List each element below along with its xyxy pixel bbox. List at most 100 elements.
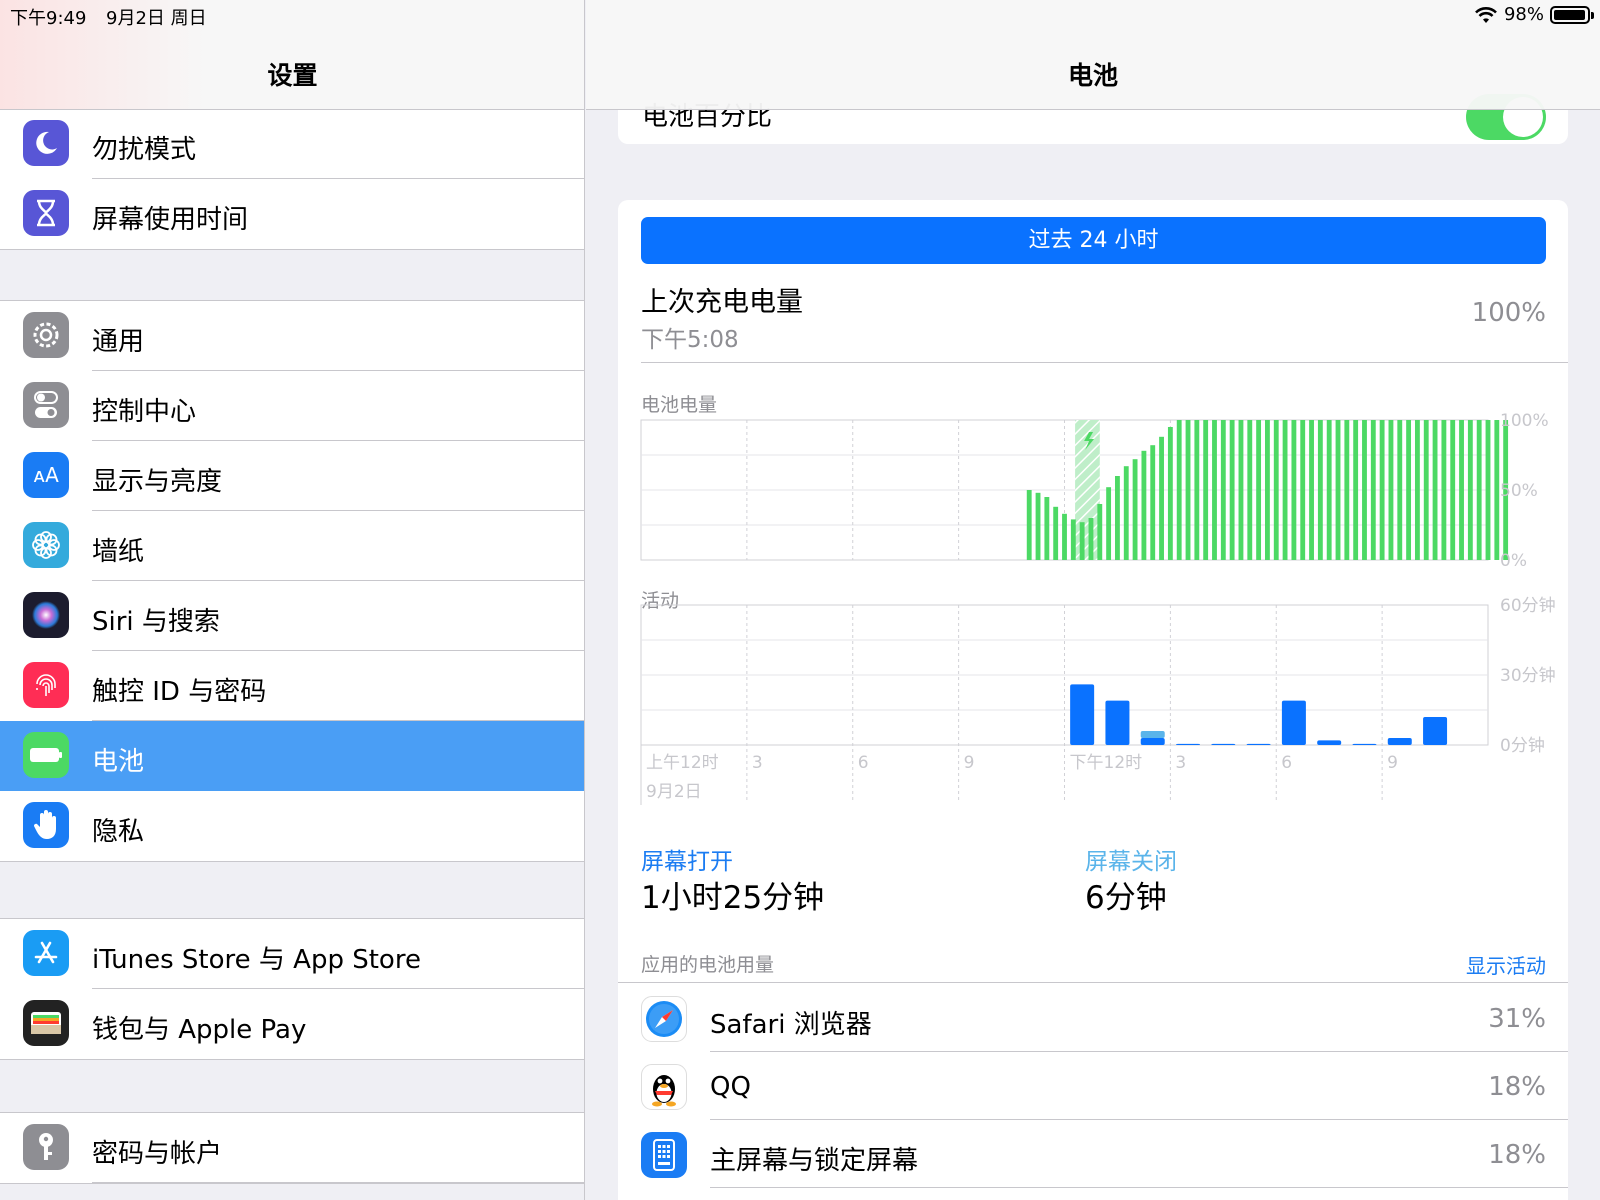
battery-level-bar	[1070, 519, 1076, 560]
sidebar-item-wallet[interactable]: 钱包与 Apple Pay	[0, 989, 584, 1059]
sidebar-item-do-not-disturb[interactable]: 勿扰模式	[0, 109, 584, 179]
chart-x-tick: 3	[752, 753, 763, 773]
screen-on-bar	[1423, 717, 1448, 745]
battery-detail-pane: 电池百分比 电池 过去 24 小时 上次充电电量 下午5:08 100% 电池电…	[586, 0, 1600, 1200]
app-usage-row-qq[interactable]: QQ 18%	[618, 1052, 1568, 1120]
battery-chart-y-tick: 50%	[1500, 481, 1538, 501]
screen-on-bar	[1140, 738, 1165, 745]
battery-level-bar	[1432, 420, 1438, 560]
status-right: 98%	[1474, 4, 1594, 25]
battery-level-bar	[1309, 420, 1314, 560]
hand-icon	[23, 802, 69, 848]
app-percentage: 31%	[1488, 1004, 1546, 1034]
app-percentage: 18%	[1488, 1140, 1546, 1170]
sidebar-item-label: 通用	[92, 327, 145, 357]
app-name: 主屏幕与锁定屏幕	[710, 1146, 919, 1176]
sidebar-item-label: 勿扰模式	[92, 135, 197, 165]
sidebar-item-battery[interactable]: 电池	[0, 721, 584, 791]
safari-icon	[641, 996, 687, 1042]
moon-icon	[23, 120, 69, 166]
gear-icon	[23, 312, 69, 358]
battery-level-bar	[1362, 420, 1367, 560]
settings-group-2: 通用 控制中心 ᴀA 显示与亮度 墙纸 Siri 与搜索 触控 ID 与密码 电…	[0, 300, 584, 862]
sidebar-item-label: 屏幕使用时间	[92, 205, 249, 235]
battery-level-bar	[1238, 420, 1244, 560]
sidebar-item-label: 控制中心	[92, 397, 197, 427]
status-bar: 下午9:49 9月2日 周日 98%	[0, 0, 1600, 30]
battery-level-bar	[1450, 420, 1456, 560]
chart-x-tick: 3	[1175, 753, 1186, 773]
battery-level-bar	[1141, 450, 1147, 560]
chart-x-tick: 上午12时	[646, 753, 719, 773]
app-usage-title: 应用的电池用量	[641, 954, 775, 976]
detail-title: 电池	[1067, 61, 1118, 90]
sidebar-item-label: 墙纸	[92, 537, 145, 567]
battery-level-bar	[1203, 420, 1209, 560]
battery-level-bar	[1414, 420, 1420, 560]
screen-on-bar	[1211, 743, 1236, 745]
chart-x-tick: 9	[964, 753, 975, 773]
sidebar-item-control-center[interactable]: 控制中心	[0, 371, 584, 441]
qq-icon	[641, 1064, 687, 1110]
screen-on-label: 屏幕打开	[641, 849, 733, 875]
battery-level-bar	[1317, 420, 1323, 560]
sidebar-item-passwords-accounts[interactable]: 密码与帐户	[0, 1113, 584, 1183]
sidebar-item-display-brightness[interactable]: ᴀA 显示与亮度	[0, 441, 584, 511]
sidebar-item-label: iTunes Store 与 App Store	[92, 945, 421, 975]
settings-sidebar: 设置 勿扰模式 屏幕使用时间 通用 控制中心 ᴀA 显示与亮度 墙纸 Siri …	[0, 0, 585, 1200]
screen-on-bar	[1387, 738, 1412, 745]
battery-chart-y-tick: 0%	[1500, 551, 1527, 571]
status-time: 下午9:49	[10, 8, 87, 29]
battery-level-bar	[1388, 420, 1394, 560]
activity-chart-y-tick: 60分钟	[1500, 596, 1556, 616]
screen-on-bar	[1176, 743, 1201, 745]
show-activity-link[interactable]: 显示活动	[1466, 950, 1546, 979]
wifi-icon	[1475, 6, 1497, 23]
battery-level-bar	[1370, 420, 1376, 560]
screen-on-bar	[1246, 743, 1271, 745]
sidebar-item-touch-id[interactable]: 触控 ID 与密码	[0, 651, 584, 721]
battery-level-bar	[1494, 420, 1500, 560]
sidebar-item-label: Siri 与搜索	[92, 607, 220, 637]
battery-level-bar	[1247, 420, 1253, 560]
text-size-icon: ᴀA	[23, 452, 69, 498]
sidebar-item-siri-search[interactable]: Siri 与搜索	[0, 581, 584, 651]
sidebar-item-label: 隐私	[92, 817, 145, 847]
battery-usage-card: 过去 24 小时 上次充电电量 下午5:08 100% 电池电量 活动 100%…	[618, 200, 1568, 1200]
app-usage-row-home-lock-screen[interactable]: 主屏幕与锁定屏幕 18%	[618, 1120, 1568, 1188]
activity-chart-y-tick: 30分钟	[1500, 666, 1556, 686]
screen-on-bar	[1352, 743, 1377, 745]
siri-icon	[23, 592, 69, 638]
sidebar-item-screen-time[interactable]: 屏幕使用时间	[0, 179, 584, 249]
screen-on-bar	[1105, 700, 1130, 745]
battery-level-bar	[1159, 436, 1164, 560]
battery-level-bar	[1088, 518, 1094, 560]
battery-level-bar	[1044, 497, 1050, 560]
chart-x-tick: 6	[858, 753, 869, 773]
screen-off-label: 屏幕关闭	[1085, 849, 1177, 875]
battery-charts: 100% 50% 0% 60分钟 30分钟 0分钟上午12时 3 6 9 下午12时 3 6 9 9月2日	[640, 411, 1556, 805]
hourglass-icon	[23, 190, 69, 236]
activity-chart-y-tick: 0分钟	[1500, 736, 1545, 756]
battery-level-bar	[1397, 420, 1403, 560]
sidebar-item-app-store[interactable]: iTunes Store 与 App Store	[0, 919, 584, 989]
sidebar-title: 设置	[267, 61, 318, 90]
sidebar-item-privacy[interactable]: 隐私	[0, 791, 584, 861]
battery-level-bar	[1335, 420, 1341, 560]
screen-off-value: 6分钟	[1085, 880, 1167, 916]
battery-level-bar	[1379, 420, 1385, 560]
battery-level-bar	[1079, 522, 1085, 560]
battery-level-bar	[1097, 504, 1103, 560]
flower-icon	[23, 522, 69, 568]
app-usage-row-safari[interactable]: Safari 浏览器 31%	[618, 984, 1568, 1052]
sidebar-item-general[interactable]: 通用	[0, 301, 584, 371]
screen-on-bar	[1317, 740, 1342, 745]
battery-level-bar	[1459, 420, 1464, 560]
screen-off-bar	[1140, 731, 1165, 738]
battery-level-bar	[1035, 492, 1041, 560]
app-name: Safari 浏览器	[710, 1010, 872, 1040]
battery-level-bar	[1467, 420, 1473, 560]
sidebar-item-wallpaper[interactable]: 墙纸	[0, 511, 584, 581]
battery-level-bar	[1353, 420, 1359, 560]
battery-level-bar	[1106, 487, 1112, 560]
